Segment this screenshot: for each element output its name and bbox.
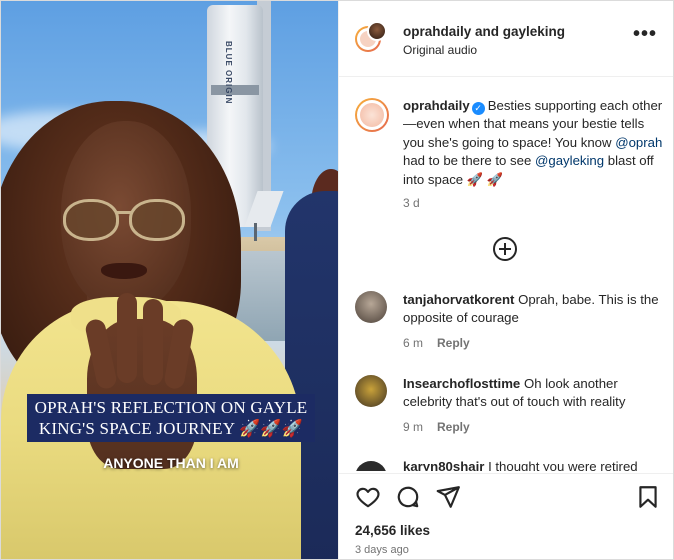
comment-username[interactable]: karyn80shair — [403, 459, 484, 471]
mention-oprah[interactable]: @oprah — [615, 135, 662, 150]
audio-label[interactable]: Original audio — [403, 43, 477, 57]
comment-username[interactable]: tanjahorvatkorent — [403, 292, 514, 307]
caption-avatar[interactable] — [360, 103, 384, 127]
comment-avatar[interactable] — [355, 461, 387, 471]
reply-button[interactable]: Reply — [437, 336, 470, 350]
comment-item: Insearchoflosttime Oh look another celeb… — [355, 375, 665, 435]
post-caption: oprahdaily ✓ Besties supporting each other… — [403, 98, 663, 187]
post-details-panel: oprahdaily and gayleking Original audio … — [338, 1, 673, 559]
reply-button[interactable]: Reply — [437, 420, 470, 434]
bookmark-icon[interactable] — [635, 484, 661, 510]
instagram-post: BLUE ORIGIN OPRAH'S REFLECTION ON GAYLE … — [0, 0, 674, 560]
comment-time[interactable]: 9 m — [403, 420, 423, 434]
mention-gayleking[interactable]: @gayleking — [535, 153, 604, 168]
heart-icon[interactable] — [355, 484, 381, 510]
comment-text: I thought you were retired — [488, 459, 638, 471]
more-options-icon[interactable]: ••• — [633, 24, 657, 49]
caption-username[interactable]: oprahdaily — [403, 98, 470, 113]
post-actions — [339, 473, 673, 513]
video-subtitle: ANYONE THAN I AM — [103, 455, 239, 471]
verified-badge-icon: ✓ — [471, 102, 485, 115]
comment-avatar[interactable] — [355, 291, 387, 323]
paper-plane-icon[interactable] — [435, 484, 461, 510]
avatar-gayleking[interactable] — [367, 21, 387, 41]
comment-time[interactable]: 6 m — [403, 336, 423, 350]
comment-username[interactable]: Insearchoflosttime — [403, 376, 520, 391]
post-author[interactable]: oprahdaily and gayleking — [403, 24, 565, 39]
video-overlay-caption: OPRAH'S REFLECTION ON GAYLE KING'S SPACE… — [27, 394, 315, 442]
comment-item: tanjahorvatkorent Oprah, babe. This is t… — [355, 291, 665, 351]
post-video[interactable]: BLUE ORIGIN OPRAH'S REFLECTION ON GAYLE … — [1, 1, 338, 559]
post-date[interactable]: 3 days ago — [355, 544, 409, 556]
plus-circle-icon[interactable] — [493, 237, 517, 261]
comment-icon[interactable] — [395, 484, 421, 510]
rocket-label: BLUE ORIGIN — [224, 41, 233, 105]
comment-avatar[interactable] — [355, 375, 387, 407]
post-header: oprahdaily and gayleking Original audio … — [339, 1, 673, 77]
caption-timestamp[interactable]: 3 d — [403, 196, 420, 210]
likes-count[interactable]: 24,656 likes — [355, 523, 430, 538]
comment-item: karyn80shair I thought you were retired — [355, 457, 665, 471]
